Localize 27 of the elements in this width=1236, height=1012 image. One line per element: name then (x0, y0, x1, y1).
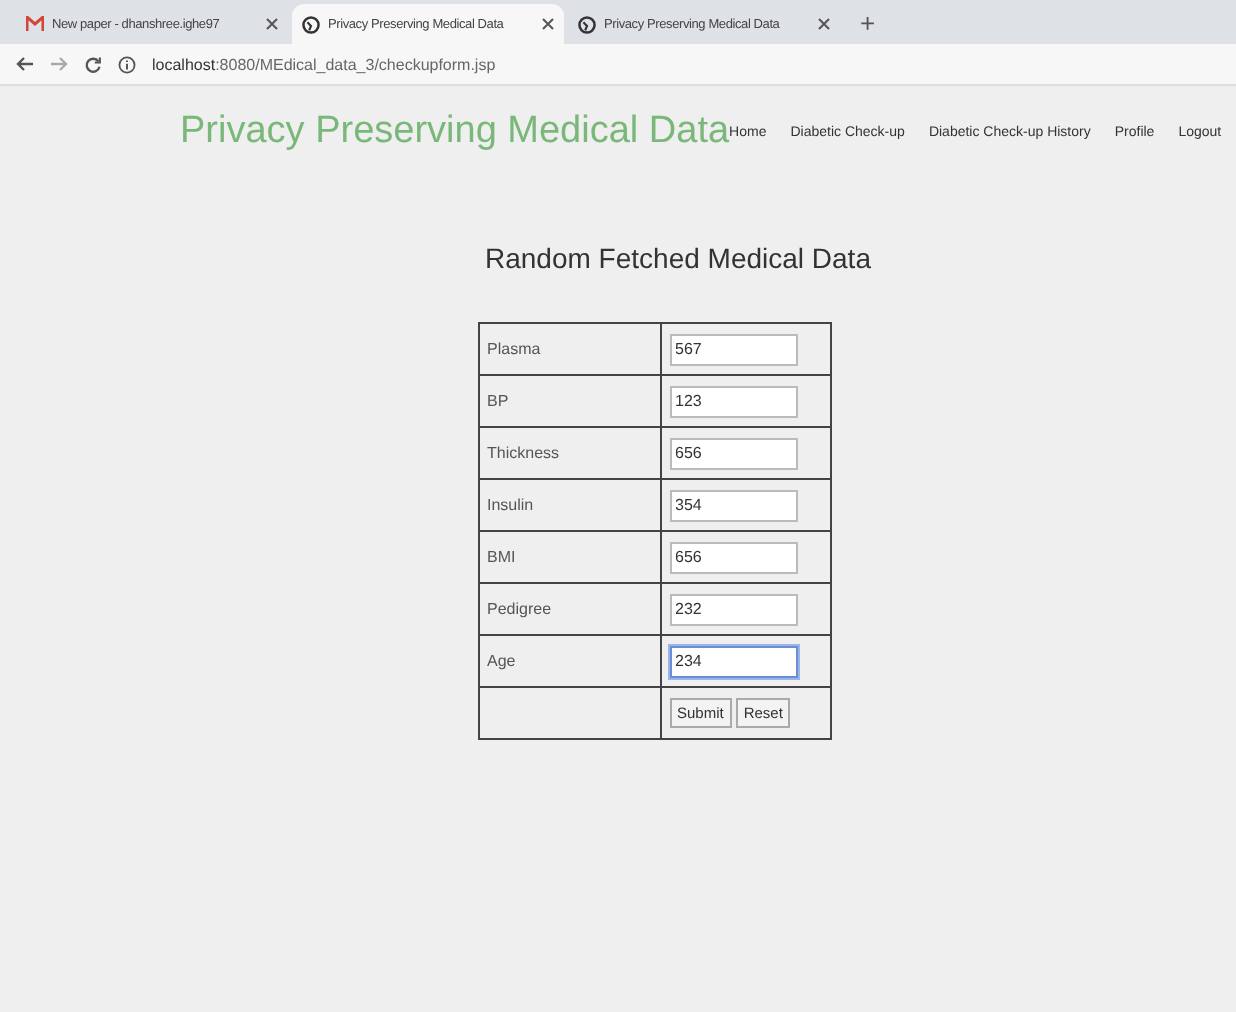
site-title: Privacy Preserving Medical Data (180, 110, 730, 154)
close-icon[interactable] (818, 18, 830, 30)
field-label: BMI (478, 531, 660, 583)
input-field[interactable]: 123 (669, 385, 797, 417)
close-icon[interactable] (542, 18, 554, 30)
input-field[interactable]: 656 (669, 437, 797, 469)
info-icon[interactable] (118, 55, 136, 73)
new-tab-button[interactable]: + (860, 8, 876, 38)
input-field[interactable]: 354 (669, 489, 797, 521)
close-icon[interactable] (266, 18, 278, 30)
back-icon[interactable] (16, 56, 34, 72)
field-label: Pedigree (478, 583, 660, 635)
globe-icon (302, 15, 320, 33)
field-label: Plasma (478, 323, 660, 375)
field-label: Insulin (478, 479, 660, 531)
reload-icon[interactable] (84, 55, 102, 73)
input-field[interactable]: 567 (669, 333, 797, 365)
page-heading: Random Fetched Medical Data (483, 242, 873, 274)
address-field[interactable]: localhost:8080/MEdical_data_3/checkupform.jsp (152, 55, 496, 73)
field-label: Thickness (478, 427, 660, 479)
input-field[interactable]: 234 (669, 645, 797, 677)
globe-icon (578, 15, 596, 33)
field-label: Age (478, 635, 660, 687)
mail-icon (26, 16, 44, 32)
field-label: BP (478, 375, 660, 427)
input-field[interactable]: 232 (669, 593, 797, 625)
input-field[interactable]: 656 (669, 541, 797, 573)
